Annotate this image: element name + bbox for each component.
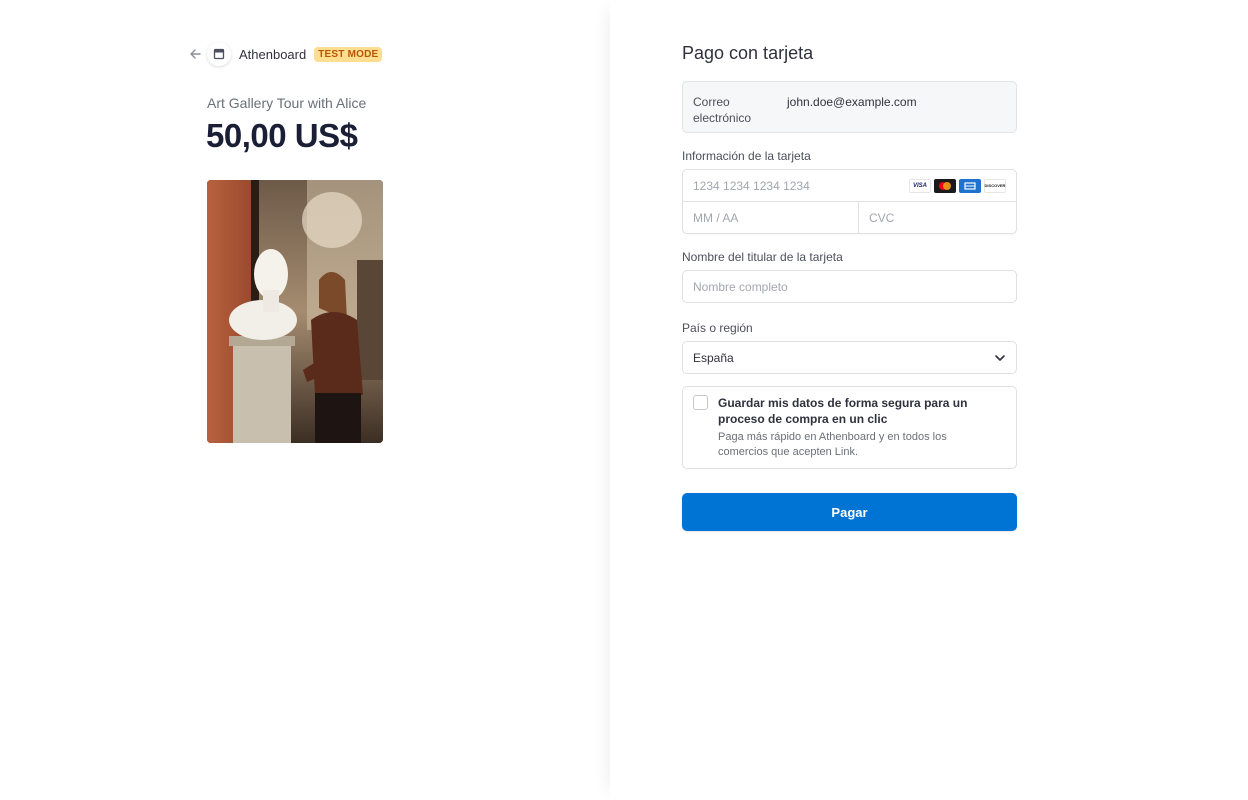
email-value: john.doe@example.com xyxy=(787,95,917,109)
cardholder-label: Nombre del titular de la tarjeta xyxy=(682,250,843,264)
test-mode-badge: TEST MODE xyxy=(314,46,383,62)
card-number-row: VISA DIS xyxy=(683,170,1016,201)
save-info-box: Guardar mis datos de forma segura para u… xyxy=(682,386,1017,469)
save-info-description: Paga más rápido en Athenboard y en todos… xyxy=(718,431,947,458)
merchant-header: Athenboard TEST MODE xyxy=(187,42,383,66)
save-info-title: Guardar mis datos de forma segura para u… xyxy=(718,396,968,426)
order-summary-panel: Athenboard TEST MODE Art Gallery Tour wi… xyxy=(0,0,610,800)
pay-button[interactable]: Pagar xyxy=(682,493,1017,531)
amex-icon xyxy=(959,178,981,193)
mastercard-icon xyxy=(934,178,956,193)
save-info-text: Guardar mis datos de forma segura para u… xyxy=(718,395,978,460)
expiry-cell xyxy=(683,202,858,233)
card-number-input[interactable] xyxy=(683,170,909,201)
country-label: País o región xyxy=(682,321,753,335)
save-info-checkbox[interactable] xyxy=(693,395,708,410)
country-selected-value: España xyxy=(693,350,734,365)
cardholder-field xyxy=(682,270,1017,303)
email-display: Correo electrónico john.doe@example.com xyxy=(682,81,1017,133)
cvc-input[interactable] xyxy=(859,202,1016,233)
card-expiry-cvc-row: 123 xyxy=(683,201,1016,233)
card-info-group: VISA DIS xyxy=(682,169,1017,234)
product-name: Art Gallery Tour with Alice xyxy=(207,95,367,111)
card-brands: VISA DISCOVER xyxy=(909,178,1016,193)
payment-panel: Pago con tarjeta Correo electrónico john… xyxy=(610,0,1248,800)
card-info-label: Información de la tarjeta xyxy=(682,149,811,163)
cardholder-input[interactable] xyxy=(683,271,1016,302)
discover-icon: DISCOVER xyxy=(984,178,1006,193)
payment-form: Pago con tarjeta Correo electrónico john… xyxy=(682,40,1017,531)
merchant-name: Athenboard xyxy=(239,46,307,62)
checkout-page: Athenboard TEST MODE Art Gallery Tour wi… xyxy=(0,0,1248,800)
back-arrow-icon[interactable] xyxy=(187,46,203,62)
expiry-input[interactable] xyxy=(683,202,858,233)
form-title: Pago con tarjeta xyxy=(682,43,814,63)
product-price: 50,00 US$ xyxy=(206,117,358,154)
country-select[interactable]: España xyxy=(682,341,1017,374)
product-image xyxy=(207,180,383,443)
email-label: Correo electrónico xyxy=(693,95,752,125)
cvc-cell: 123 xyxy=(858,202,1016,233)
chevron-down-icon xyxy=(994,352,1006,364)
store-icon xyxy=(207,42,231,66)
visa-icon: VISA xyxy=(909,178,931,193)
